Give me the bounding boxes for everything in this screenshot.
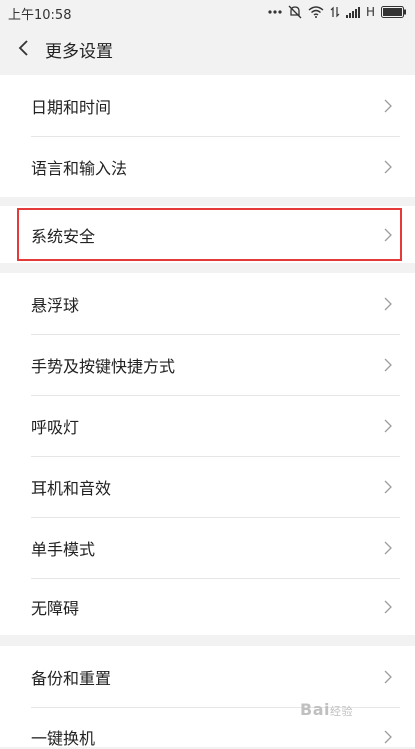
wifi-icon bbox=[308, 6, 324, 18]
settings-item-date-time[interactable]: 日期和时间 bbox=[0, 75, 415, 136]
settings-item-headphones-audio[interactable]: 耳机和音效 bbox=[0, 456, 415, 517]
header: 更多设置 bbox=[0, 24, 415, 72]
settings-group-backup: 备份和重置 一键换机 bbox=[0, 646, 415, 748]
settings-item-label: 单手模式 bbox=[31, 539, 96, 559]
settings-item-label: 语言和输入法 bbox=[31, 158, 128, 178]
chevron-right-icon bbox=[384, 419, 392, 432]
status-icons: H bbox=[268, 3, 407, 21]
chevron-right-icon bbox=[384, 600, 392, 613]
chevron-right-icon bbox=[384, 358, 392, 371]
watermark-logo: Bai经验 bbox=[300, 700, 353, 719]
status-bar: 上午10:58 H bbox=[0, 0, 415, 24]
settings-item-label: 备份和重置 bbox=[31, 668, 112, 688]
settings-item-floating-ball[interactable]: 悬浮球 bbox=[0, 273, 415, 334]
settings-item-gesture-shortcuts[interactable]: 手势及按键快捷方式 bbox=[0, 334, 415, 395]
settings-group-general: 日期和时间 语言和输入法 bbox=[0, 75, 415, 197]
dots-icon bbox=[268, 10, 282, 14]
settings-item-label: 悬浮球 bbox=[31, 295, 80, 315]
settings-item-label: 一键换机 bbox=[31, 729, 96, 748]
settings-item-label: 呼吸灯 bbox=[31, 417, 80, 437]
settings-item-label: 日期和时间 bbox=[31, 97, 112, 117]
settings-item-accessibility[interactable]: 无障碍 bbox=[0, 578, 415, 635]
settings-item-label: 无障碍 bbox=[31, 598, 80, 618]
settings-item-language-input[interactable]: 语言和输入法 bbox=[0, 136, 415, 197]
settings-item-label: 手势及按键快捷方式 bbox=[31, 356, 176, 376]
settings-item-backup-reset[interactable]: 备份和重置 bbox=[0, 646, 415, 707]
settings-item-breathing-light[interactable]: 呼吸灯 bbox=[0, 395, 415, 456]
chevron-right-icon bbox=[384, 670, 392, 683]
chevron-right-icon bbox=[384, 297, 392, 310]
watermark-brand: Bai bbox=[300, 700, 330, 719]
status-time: 上午10:58 bbox=[8, 8, 72, 23]
settings-item-one-hand-mode[interactable]: 单手模式 bbox=[0, 517, 415, 578]
page-title: 更多设置 bbox=[45, 42, 113, 62]
chevron-right-icon bbox=[384, 480, 392, 493]
watermark-suffix: 经验 bbox=[329, 705, 353, 718]
settings-item-label: 耳机和音效 bbox=[31, 478, 112, 498]
chevron-right-icon bbox=[384, 730, 392, 744]
chevron-right-icon bbox=[384, 99, 392, 112]
network-type: H bbox=[365, 5, 375, 19]
battery-icon bbox=[381, 6, 406, 18]
chevron-right-icon bbox=[384, 541, 392, 554]
mute-icon bbox=[288, 5, 302, 19]
signal-icon bbox=[345, 7, 360, 18]
back-arrow-icon[interactable] bbox=[12, 36, 36, 60]
chevron-right-icon bbox=[384, 160, 392, 173]
highlight-box bbox=[17, 208, 402, 261]
settings-group-features: 悬浮球 手势及按键快捷方式 呼吸灯 耳机和音效 单手模式 无障碍 bbox=[0, 273, 415, 635]
data-transfer-icon bbox=[330, 6, 340, 18]
